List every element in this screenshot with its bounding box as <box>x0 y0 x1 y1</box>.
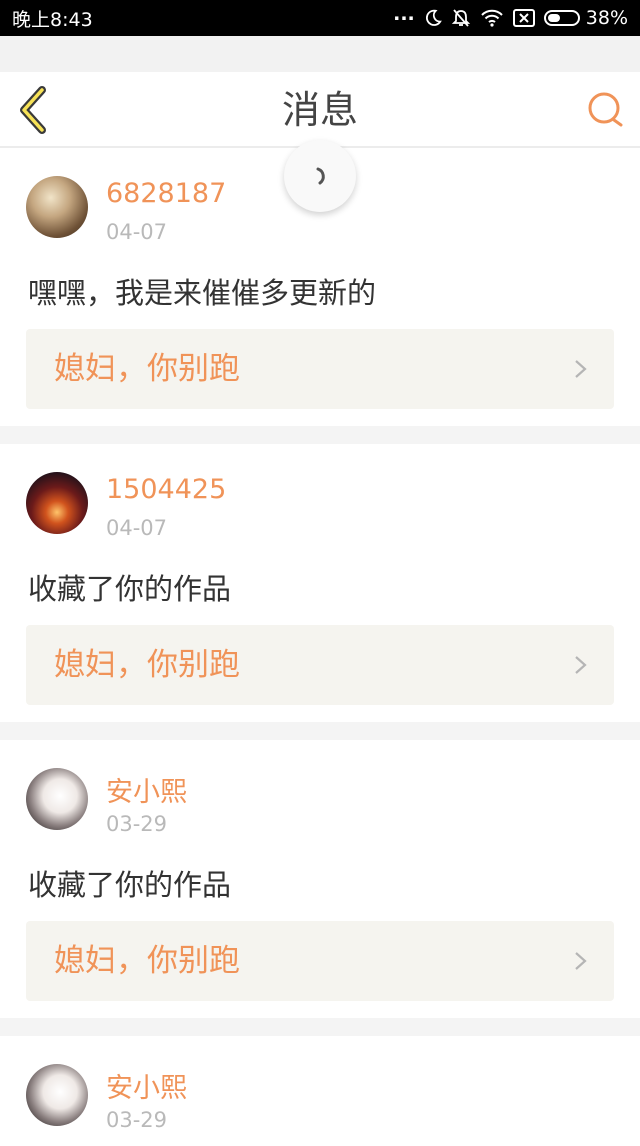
more-dots: ... <box>393 3 415 25</box>
message-text: 收藏了你的作品 <box>28 868 232 902</box>
wifi-icon <box>480 9 504 27</box>
page-title: 消息 <box>281 88 358 132</box>
battery-icon: 38% <box>543 7 628 29</box>
username[interactable]: 6828187 <box>106 178 226 209</box>
moon-icon <box>424 9 442 27</box>
search-icon <box>588 92 623 127</box>
message-date: 03-29 <box>106 1108 168 1132</box>
nav-bar: 消息 <box>0 72 640 148</box>
username[interactable]: 1504425 <box>106 474 226 505</box>
message-card: 安小熙 03-29 收藏了你的作品 媳妇，你别跑 <box>0 740 640 1018</box>
battery-fill <box>547 14 560 22</box>
message-list: 6828187 04-07 嘿嘿，我是来催催多更新的 媳妇，你别跑 150442… <box>0 148 640 1146</box>
chevron-right-icon <box>575 952 587 970</box>
message-text: 嘿嘿，我是来催催多更新的 <box>28 276 377 310</box>
avatar[interactable] <box>26 1064 88 1126</box>
message-card: 安小熙 03-29 <box>0 1036 640 1146</box>
sim-x-icon <box>512 9 535 27</box>
message-date: 03-29 <box>106 812 168 836</box>
avatar[interactable] <box>26 472 88 534</box>
battery-percent: 38% <box>585 7 628 29</box>
username[interactable]: 安小熙 <box>106 1066 187 1105</box>
search-button[interactable] <box>586 90 626 130</box>
work-link[interactable]: 媳妇，你别跑 <box>26 329 614 409</box>
work-title: 媳妇，你别跑 <box>54 351 240 387</box>
chevron-right-icon <box>575 656 587 674</box>
work-title: 媳妇，你别跑 <box>54 943 240 979</box>
status-time: 晚上8:43 <box>12 8 93 31</box>
message-card: 1504425 04-07 收藏了你的作品 媳妇，你别跑 <box>0 444 640 722</box>
spinner-icon <box>316 167 325 185</box>
status-bar: 晚上8:43 ... 38% <box>0 0 640 36</box>
refresh-indicator <box>284 140 356 212</box>
avatar[interactable] <box>26 176 88 238</box>
chevron-right-icon <box>575 360 587 378</box>
message-date: 04-07 <box>106 220 168 244</box>
status-icons: ... 38% <box>393 3 628 29</box>
message-date: 04-07 <box>106 516 168 540</box>
username[interactable]: 安小熙 <box>106 770 187 809</box>
message-text: 收藏了你的作品 <box>28 572 232 606</box>
avatar[interactable] <box>26 768 88 830</box>
work-title: 媳妇，你别跑 <box>54 647 240 683</box>
work-link[interactable]: 媳妇，你别跑 <box>26 625 614 705</box>
work-link[interactable]: 媳妇，你别跑 <box>26 921 614 1001</box>
bell-off-icon <box>451 8 471 28</box>
top-strip <box>0 36 640 72</box>
